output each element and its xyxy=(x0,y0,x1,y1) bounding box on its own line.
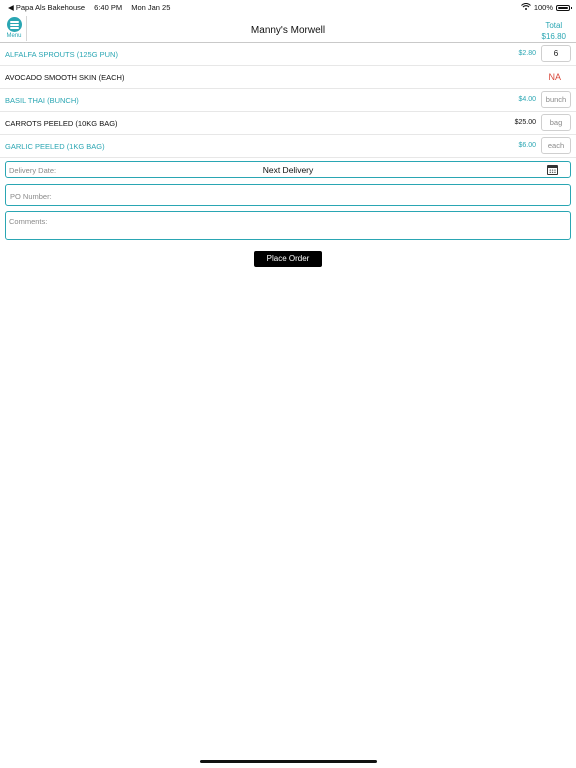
page-title: Manny's Morwell xyxy=(250,25,326,36)
po-number-placeholder: PO Number: xyxy=(10,192,52,201)
product-name: AVOCADO SMOOTH SKIN (EACH) xyxy=(5,73,125,82)
product-name: CARROTS PEELED (10KG BAG) xyxy=(5,119,118,128)
unavailable-badge: NA xyxy=(548,72,561,82)
product-row: ALFALFA SPROUTS (125G PUN) $2.80 6 xyxy=(0,43,576,66)
total-label: Total xyxy=(545,21,563,30)
quantity-input[interactable]: each xyxy=(541,137,571,154)
total-value: $16.80 xyxy=(541,32,566,41)
battery-icon xyxy=(556,4,572,11)
product-price: $6.00 xyxy=(518,142,536,149)
product-name: BASIL THAI (BUNCH) xyxy=(5,96,79,105)
calendar-icon[interactable] xyxy=(547,165,558,175)
comments-field[interactable]: Comments: xyxy=(5,211,571,240)
back-to-app-link[interactable]: ◀ Papa Als Bakehouse xyxy=(8,3,85,12)
delivery-date-value: Next Delivery xyxy=(262,165,314,175)
status-date: Mon Jan 25 xyxy=(131,3,171,12)
comments-placeholder: Comments: xyxy=(9,217,48,226)
product-name: GARLIC PEELED (1KG BAG) xyxy=(5,142,105,151)
status-bar: ◀ Papa Als Bakehouse 6:40 PM Mon Jan 25 … xyxy=(0,0,576,14)
quantity-input[interactable]: bunch xyxy=(541,91,571,108)
product-price: $2.80 xyxy=(518,50,536,57)
product-row: CARROTS PEELED (10KG BAG) $25.00 bag xyxy=(0,112,576,135)
product-row: GARLIC PEELED (1KG BAG) $6.00 each xyxy=(0,135,576,158)
nav-bar: Menu Manny's Morwell Total $16.80 xyxy=(0,14,576,43)
wifi-icon xyxy=(520,3,531,12)
place-order-button[interactable]: Place Order xyxy=(254,251,322,267)
battery-percent: 100% xyxy=(533,3,553,12)
quantity-input[interactable]: 6 xyxy=(541,45,571,62)
product-price: $25.00 xyxy=(514,119,536,126)
home-indicator[interactable] xyxy=(200,760,377,763)
product-name: ALFALFA SPROUTS (125G PUN) xyxy=(5,50,118,59)
product-row: BASIL THAI (BUNCH) $4.00 bunch xyxy=(0,89,576,112)
po-number-field[interactable]: PO Number: xyxy=(5,184,571,206)
product-list: ALFALFA SPROUTS (125G PUN) $2.80 6 AVOCA… xyxy=(0,43,576,158)
status-time: 6:40 PM xyxy=(94,3,123,12)
product-row: AVOCADO SMOOTH SKIN (EACH) NA xyxy=(0,66,576,89)
product-price: $4.00 xyxy=(518,96,536,103)
order-total: Total $16.80 xyxy=(542,20,566,42)
quantity-input[interactable]: bag xyxy=(541,114,571,131)
delivery-date-field[interactable]: Delivery Date: Next Delivery xyxy=(5,161,571,178)
